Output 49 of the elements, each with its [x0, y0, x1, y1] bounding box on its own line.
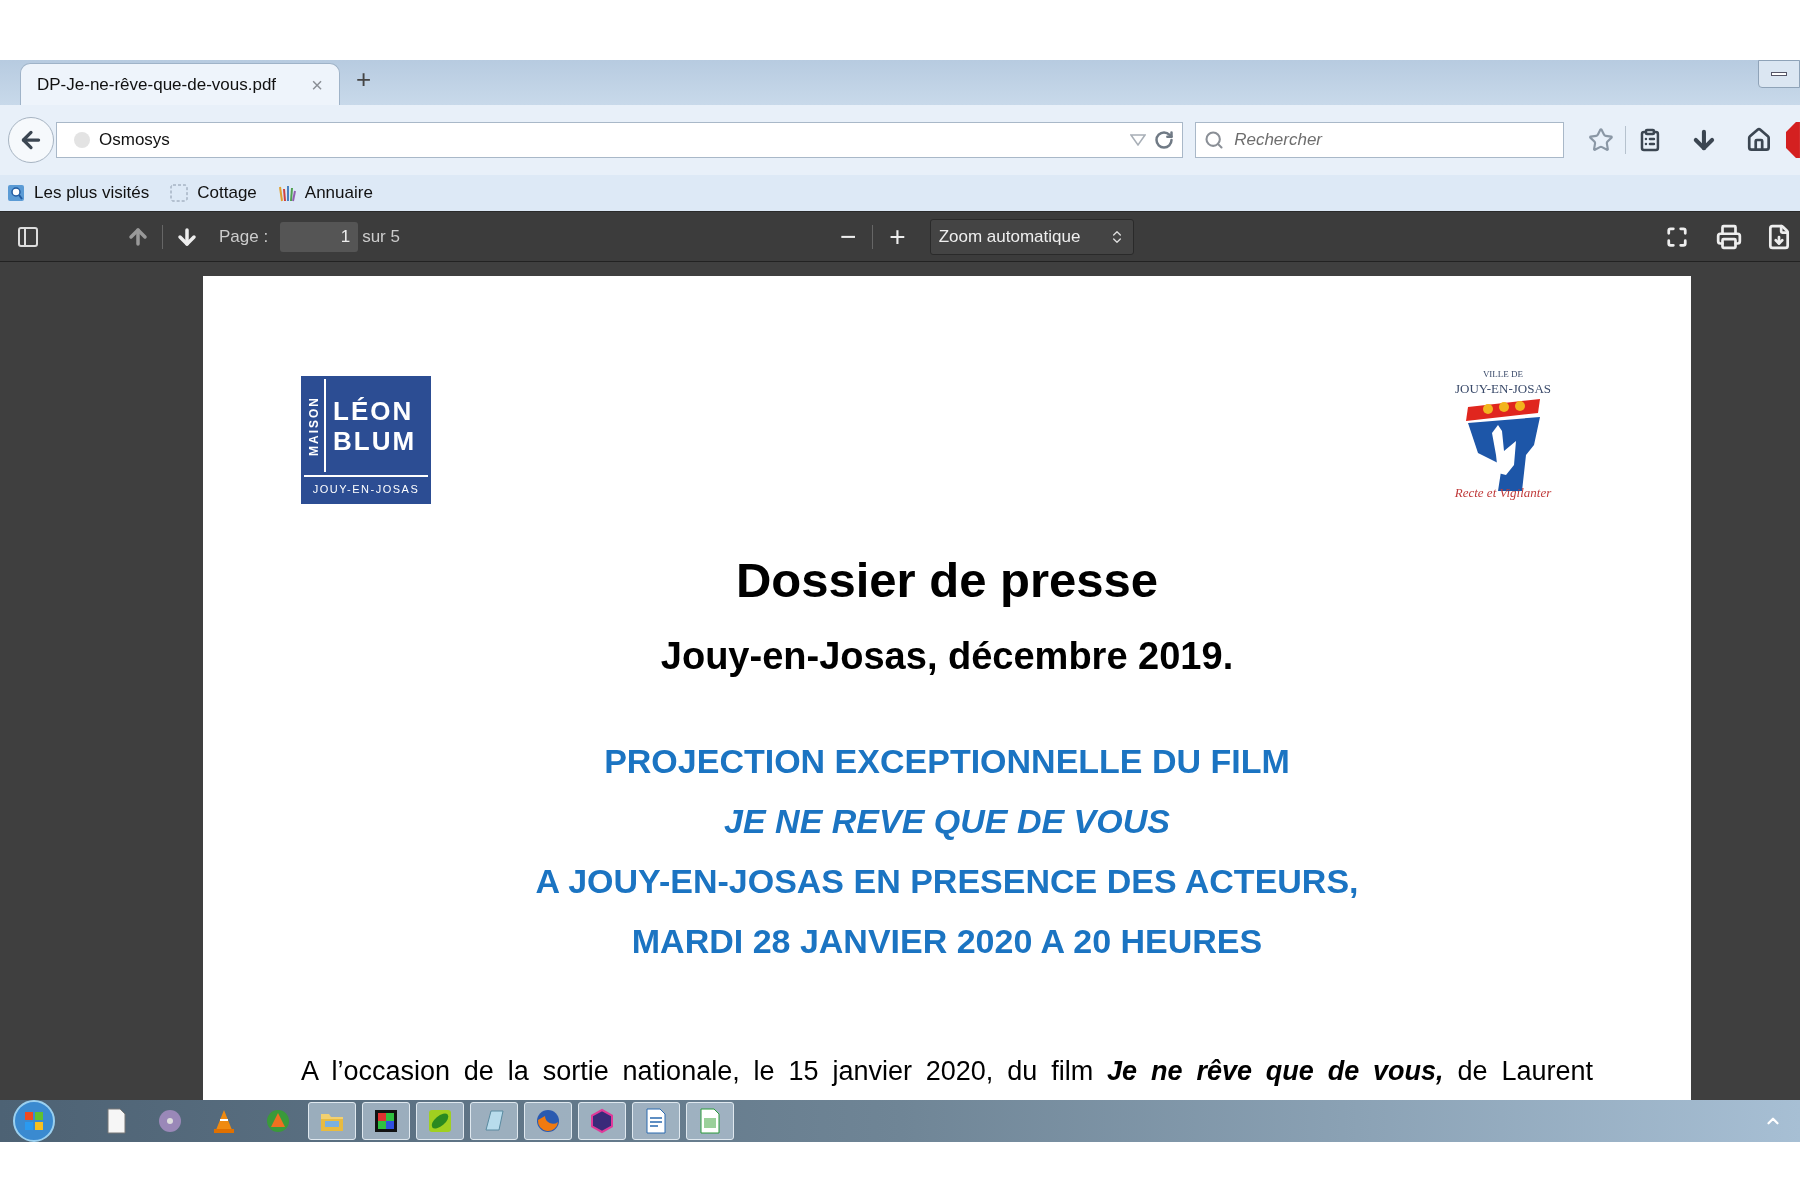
fox-globe-icon[interactable] — [535, 1108, 561, 1134]
start-orb-icon[interactable] — [12, 1099, 56, 1143]
text-document-icon[interactable] — [644, 1108, 668, 1134]
search-field[interactable]: Rechercher — [1195, 122, 1564, 158]
document-subtitle: Jouy-en-Josas, décembre 2019. — [660, 633, 1234, 679]
reload-icon[interactable] — [1154, 130, 1175, 150]
save-file-icon[interactable] — [1766, 223, 1792, 250]
headline-line: PROJECTION EXCEPTIONNELLE DU FILM — [604, 740, 1290, 782]
bookmark-item[interactable]: Annuaire — [276, 180, 373, 206]
back-button[interactable] — [8, 117, 54, 163]
address-field[interactable]: Osmosys — [56, 122, 1184, 158]
bookmark-item[interactable]: Les plus visités — [6, 180, 150, 206]
document-icon[interactable] — [104, 1108, 128, 1134]
zoom-in-button[interactable]: + — [889, 222, 906, 251]
page-count: sur 5 — [362, 225, 400, 248]
dropdown-triangle-icon — [1130, 134, 1147, 146]
search-icon — [1204, 130, 1225, 150]
disc-icon[interactable] — [157, 1108, 183, 1134]
sidebar-toggle-icon[interactable] — [16, 224, 40, 249]
traffic-cone-icon[interactable] — [212, 1108, 236, 1134]
globe-icon — [73, 131, 91, 149]
spreadsheet-icon[interactable] — [698, 1108, 722, 1134]
headline-line: A JOUY-EN-JOSAS EN PRESENCE DES ACTEURS, — [535, 860, 1359, 902]
zoom-out-button[interactable]: − — [839, 222, 857, 251]
dashed-square-icon — [169, 183, 190, 203]
stop-sign-icon[interactable] — [1784, 121, 1800, 159]
taskbar-button[interactable] — [578, 1102, 626, 1140]
hexagon-icon[interactable] — [589, 1108, 615, 1134]
minimize-button[interactable] — [1758, 60, 1800, 88]
fullscreen-icon[interactable] — [1666, 225, 1688, 248]
film-icon[interactable] — [373, 1108, 399, 1134]
pea-pod-icon[interactable] — [427, 1108, 453, 1134]
document-title: Dossier de presse — [735, 552, 1159, 609]
zoom-select[interactable]: Zoom automatique — [929, 218, 1134, 255]
search-page-icon — [6, 183, 26, 203]
headline-line: JE NE REVE QUE DE VOUS — [724, 800, 1170, 842]
page-label: Page : — [219, 225, 269, 248]
print-icon[interactable] — [1716, 223, 1742, 250]
page-number-field[interactable]: 1 — [280, 221, 359, 252]
bars-icon — [276, 183, 297, 203]
star-icon[interactable] — [1587, 127, 1614, 153]
headline-line: MARDI 28 JANVIER 2020 A 20 HEURES — [631, 920, 1263, 962]
jouy-en-josas-crest-logo: VILLE DE JOUY-EN-JOSAS Recte et Vigilanter — [1453, 368, 1553, 502]
home-icon[interactable] — [1746, 127, 1773, 153]
new-tab-button[interactable]: + — [356, 60, 372, 99]
taskbar-button[interactable] — [362, 1102, 410, 1140]
browser-tab[interactable]: DP-Je-ne-rêve-que-de-vous.pdf × — [20, 63, 340, 105]
body-paragraph: A l’occasion de la sortie nationale, le 15 janvier 2020, du film Je ne rêve que de vous, de Laurent — [301, 1054, 1593, 1088]
bookmark-item[interactable]: Cottage — [169, 180, 257, 206]
